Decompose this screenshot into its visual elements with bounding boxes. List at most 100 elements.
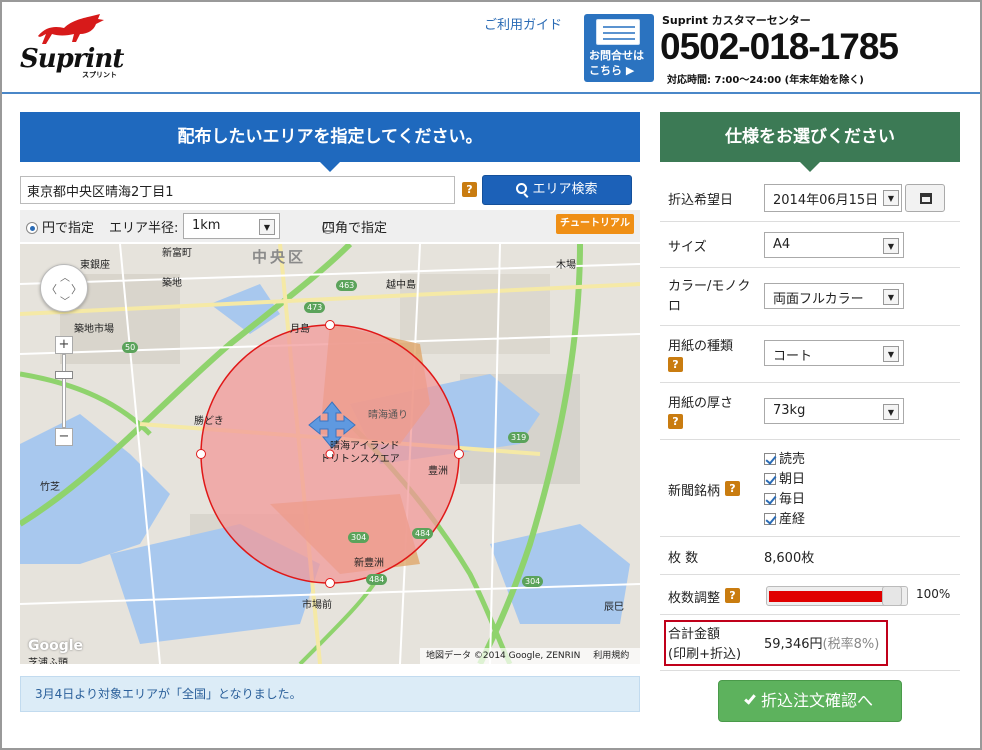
chevron-down-icon: ▼: [883, 346, 899, 362]
paper-type-select[interactable]: コート ▼: [764, 340, 904, 366]
thickness-select[interactable]: 73kg ▼: [764, 398, 904, 424]
size-value: A4: [773, 237, 791, 252]
map-terms-link[interactable]: 利用規約: [593, 651, 629, 661]
total-label-1: 合計金額: [668, 627, 721, 642]
google-logo[interactable]: Google: [28, 638, 83, 654]
radius-select[interactable]: 1km ▼: [183, 213, 280, 239]
map-attribution: 地図データ ©2014 Google, ZENRIN 利用規約: [420, 648, 640, 664]
circle-radio[interactable]: [26, 222, 38, 234]
map-label-toyosu: 豊洲: [428, 466, 448, 477]
pan-down-icon[interactable]: ﹀: [60, 293, 70, 308]
row-paper-type: 用紙の種類 ? コート ▼: [660, 326, 960, 383]
confirm-label: 折込注文確認へ: [760, 691, 873, 710]
paper-type-label: 用紙の種類: [668, 339, 734, 354]
newspaper-checkbox[interactable]: 朝日: [764, 470, 805, 490]
radius-label: エリア半径:: [109, 221, 179, 236]
help-icon[interactable]: ?: [462, 182, 477, 197]
confirm-order-button[interactable]: 折込注文確認へ: [718, 680, 902, 722]
route-badge: 50: [122, 342, 139, 353]
color-select[interactable]: 両面フルカラー ▼: [764, 283, 904, 309]
help-icon[interactable]: ?: [668, 357, 683, 372]
newspaper-checkbox[interactable]: 読売: [764, 450, 805, 470]
address-input[interactable]: [20, 176, 455, 204]
map-pan-control[interactable]: ︿ ﹀ 〈 〉: [40, 264, 88, 312]
count-label: 枚 数: [668, 551, 699, 566]
count-slider[interactable]: [766, 586, 908, 606]
newspaper-label: 新聞銘柄: [668, 484, 721, 499]
total-label-2: (印刷+折込): [668, 647, 742, 662]
adjust-value: 100%: [916, 587, 951, 601]
phone-number: 0502-018-1785: [660, 26, 899, 67]
map-label-kiba: 木場: [556, 260, 576, 271]
chevron-down-icon: ▼: [883, 289, 899, 305]
slider-thumb[interactable]: [882, 586, 902, 606]
help-icon[interactable]: ?: [725, 588, 740, 603]
square-option-label: 四角で指定: [322, 221, 388, 236]
date-value: 2014年06月15日: [773, 193, 879, 208]
area-search-button[interactable]: エリア検索: [482, 175, 632, 205]
route-badge: 463: [336, 280, 358, 291]
logo-subtext: スプリント: [82, 71, 117, 79]
size-select[interactable]: A4 ▼: [764, 232, 904, 258]
header: Suprint スプリント ご利用ガイド お問合せは こちら ▶ Suprint…: [2, 2, 980, 94]
row-count: 枚 数 8,600枚: [660, 537, 960, 575]
chevron-down-icon: ▼: [259, 219, 275, 235]
pan-right-icon[interactable]: 〉: [71, 281, 82, 297]
help-icon[interactable]: ?: [725, 481, 740, 496]
map-label-takeshiba: 竹芝: [40, 482, 60, 493]
row-size: サイズ A4 ▼: [660, 222, 960, 268]
support-hours: 対応時間: 7:00〜24:00 (年末年始を除く): [667, 75, 864, 86]
total-price: 59,346円(税率8%): [764, 633, 879, 652]
guide-link[interactable]: ご利用ガイド: [484, 14, 562, 33]
map-label-shibaura-futo: 芝浦ふ頭: [28, 658, 68, 664]
thickness-label: 用紙の厚さ: [668, 396, 734, 411]
horse-icon: [38, 14, 104, 44]
date-select[interactable]: 2014年06月15日 ▼: [764, 184, 902, 212]
map-label-tatsumi: 辰巳: [604, 602, 624, 613]
total-value: 59,346円: [764, 637, 823, 652]
paper-type-value: コート: [773, 349, 813, 364]
chevron-down-icon: ▼: [883, 404, 899, 420]
row-total: 合計金額 (印刷+折込) 59,346円(税率8%): [660, 615, 960, 671]
map-label-kachidoki: 勝どき: [194, 416, 224, 427]
zoom-in-button[interactable]: +: [55, 336, 73, 354]
map-label-harumi-dori: 晴海通り: [368, 410, 408, 421]
pan-up-icon[interactable]: ︿: [60, 269, 70, 284]
suprint-logo[interactable]: Suprint スプリント: [20, 12, 130, 82]
calendar-button[interactable]: [905, 184, 945, 212]
newspaper-checkbox[interactable]: 産経: [764, 510, 805, 530]
row-date: 折込希望日 2014年06月15日 ▼: [660, 174, 960, 222]
thickness-value: 73kg: [773, 403, 806, 418]
route-badge: 473: [304, 302, 326, 313]
row-thickness: 用紙の厚さ ? 73kg ▼: [660, 383, 960, 440]
contact-button[interactable]: お問合せは こちら ▶: [584, 14, 654, 82]
zoom-thumb[interactable]: [55, 371, 73, 379]
radius-value: 1km: [192, 218, 221, 233]
route-badge: 319: [508, 432, 530, 443]
help-icon[interactable]: ?: [668, 414, 683, 429]
map-label-tsukiji-market: 築地市場: [74, 324, 114, 335]
color-value: 両面フルカラー: [773, 292, 864, 307]
map-view[interactable]: ︿ ﹀ 〈 〉 + − 中央区 東銀座 新富町 築地 築地市場 勝どき 月島 越…: [20, 244, 640, 664]
row-color: カラー/モノクロ 両面フルカラー ▼: [660, 268, 960, 326]
row-newspaper: 新聞銘柄 ? 読売 朝日 毎日 産経: [660, 440, 960, 537]
date-label: 折込希望日: [668, 193, 734, 208]
tutorial-button[interactable]: チュートリアル: [556, 214, 634, 234]
newspaper-checklist: 読売 朝日 毎日 産経: [764, 450, 805, 530]
map-label-tsukishima: 月島: [290, 324, 310, 335]
area-options-bar: 円で指定 エリア半径: 1km ▼ 四角で指定: [20, 210, 640, 242]
zoom-out-button[interactable]: −: [55, 428, 73, 446]
calendar-icon: [920, 193, 932, 204]
check-icon: [744, 692, 756, 705]
pan-left-icon[interactable]: 〈: [46, 281, 57, 297]
zoom-track[interactable]: [62, 354, 66, 428]
circle-option-label: 円で指定: [42, 221, 95, 236]
slider-fill: [769, 591, 882, 602]
adjust-label: 枚数調整: [668, 591, 721, 606]
map-label-tsukiji: 築地: [162, 278, 182, 289]
size-label: サイズ: [668, 240, 707, 255]
color-label: カラー/モノクロ: [668, 279, 751, 314]
contact-button-line2: こちら ▶: [589, 64, 635, 77]
map-label-etchujima: 越中島: [386, 280, 416, 291]
newspaper-checkbox[interactable]: 毎日: [764, 490, 805, 510]
